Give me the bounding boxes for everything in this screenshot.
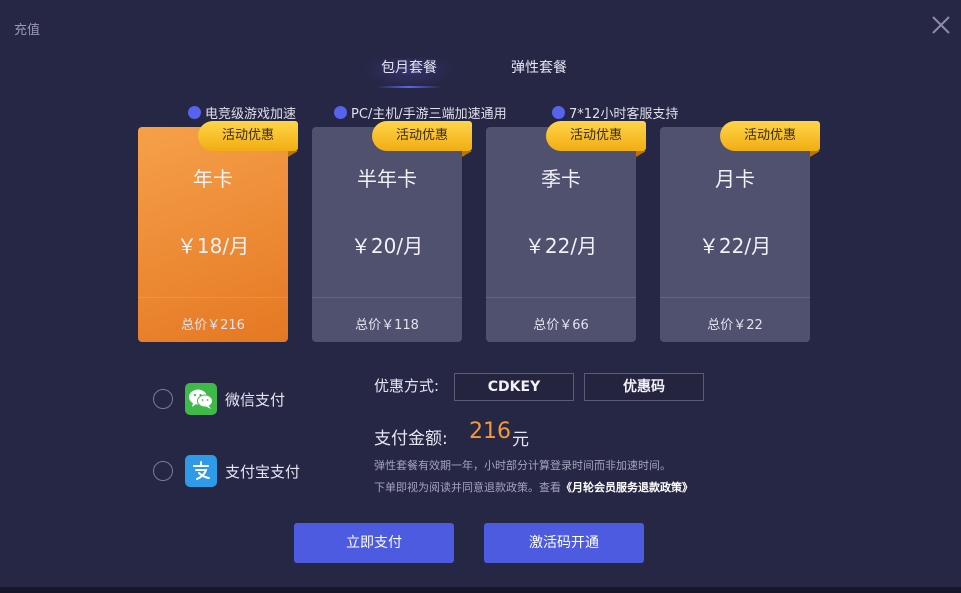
pay-now-button[interactable]: 立即支付	[294, 523, 454, 563]
divider	[486, 297, 636, 298]
amount-value: 216	[469, 419, 511, 444]
promo-badge: 活动优惠	[546, 121, 646, 157]
alipay-label: 支付宝支付	[225, 462, 301, 481]
promo-badge-label: 活动优惠	[569, 128, 622, 143]
tab-monthly-label: 包月套餐	[381, 60, 437, 76]
activation-code-button[interactable]: 激活码开通	[484, 523, 644, 563]
close-icon[interactable]	[930, 14, 952, 36]
plan-card-half-year[interactable]: 活动优惠 半年卡 ￥20/月 总价￥118	[312, 121, 472, 342]
divider	[660, 297, 810, 298]
refund-policy-link[interactable]: 《月轮会员服务退款政策》	[561, 481, 693, 494]
promo-badge: 活动优惠	[198, 121, 298, 157]
dialog-title: 充值	[14, 23, 41, 38]
plan-total: 总价￥66	[533, 318, 589, 333]
alipay-icon	[185, 455, 217, 487]
plan-total: 总价￥216	[181, 318, 245, 333]
tab-flexible-plan[interactable]: 弹性套餐	[494, 58, 584, 88]
amount-unit: 元	[512, 430, 529, 450]
promo-badge-label: 活动优惠	[221, 128, 274, 143]
divider	[138, 297, 288, 298]
active-tab-indicator	[376, 86, 442, 88]
payment-option-wechat[interactable]: 微信支付	[153, 383, 285, 415]
note-refund-text: 下单即视为阅读并同意退款政策。查看	[374, 481, 561, 494]
amount-label: 支付金额:	[374, 429, 448, 449]
divider	[312, 297, 462, 298]
plan-price: ￥18/月	[176, 234, 250, 258]
payment-option-alipay[interactable]: 支付宝支付	[153, 455, 300, 487]
plan-name: 半年卡	[357, 167, 417, 191]
plan-price: ￥22/月	[524, 234, 598, 258]
plan-total: 总价￥118	[355, 318, 419, 333]
feature-label: PC/主机/手游三端加速通用	[351, 106, 507, 122]
plan-total: 总价￥22	[707, 318, 763, 333]
plan-card-quarter[interactable]: 活动优惠 季卡 ￥22/月 总价￥66	[486, 121, 646, 342]
bullet-dot-icon	[334, 105, 347, 119]
wechat-icon	[185, 383, 217, 415]
tab-flexible-label: 弹性套餐	[511, 60, 567, 76]
note-validity: 弹性套餐有效期一年，小时部分计算登录时间而非加速时间。	[374, 459, 671, 472]
alipay-radio[interactable]	[153, 461, 173, 481]
note-refund: 下单即视为阅读并同意退款政策。查看《月轮会员服务退款政策》	[374, 479, 693, 495]
wechat-label: 微信支付	[225, 390, 286, 409]
plan-price: ￥20/月	[350, 234, 424, 258]
feature-item: PC/主机/手游三端加速通用	[334, 103, 507, 122]
feature-label: 7*12小时客服支持	[569, 106, 679, 122]
background-window-strip	[0, 587, 961, 593]
tab-monthly-plan[interactable]: 包月套餐	[362, 58, 456, 88]
feature-label: 电竞级游戏加速	[205, 106, 297, 122]
plan-name: 年卡	[193, 167, 233, 191]
feature-item: 电竞级游戏加速	[188, 103, 297, 122]
plan-price: ￥22/月	[698, 234, 772, 258]
plan-name: 月卡	[715, 167, 755, 191]
feature-item: 7*12小时客服支持	[552, 103, 679, 122]
promo-badge: 活动优惠	[372, 121, 472, 157]
promo-badge-label: 活动优惠	[395, 128, 448, 143]
coupon-code-button[interactable]: 优惠码	[584, 373, 704, 401]
recharge-dialog: 充值 包月套餐 弹性套餐 电竞级游戏加速 PC/主机/手游三端加速通用 7*12…	[0, 0, 961, 587]
plan-name: 季卡	[541, 167, 581, 191]
bullet-dot-icon	[552, 105, 565, 119]
promo-badge: 活动优惠	[720, 121, 820, 157]
promo-badge-label: 活动优惠	[743, 128, 796, 143]
wechat-radio[interactable]	[153, 389, 173, 409]
cdkey-button[interactable]: CDKEY	[454, 373, 574, 401]
discount-method-label: 优惠方式:	[374, 377, 440, 395]
bullet-dot-icon	[188, 105, 201, 119]
plan-card-monthly[interactable]: 活动优惠 月卡 ￥22/月 总价￥22	[660, 121, 820, 342]
plan-card-annual[interactable]: 活动优惠 年卡 ￥18/月 总价￥216	[138, 121, 298, 342]
